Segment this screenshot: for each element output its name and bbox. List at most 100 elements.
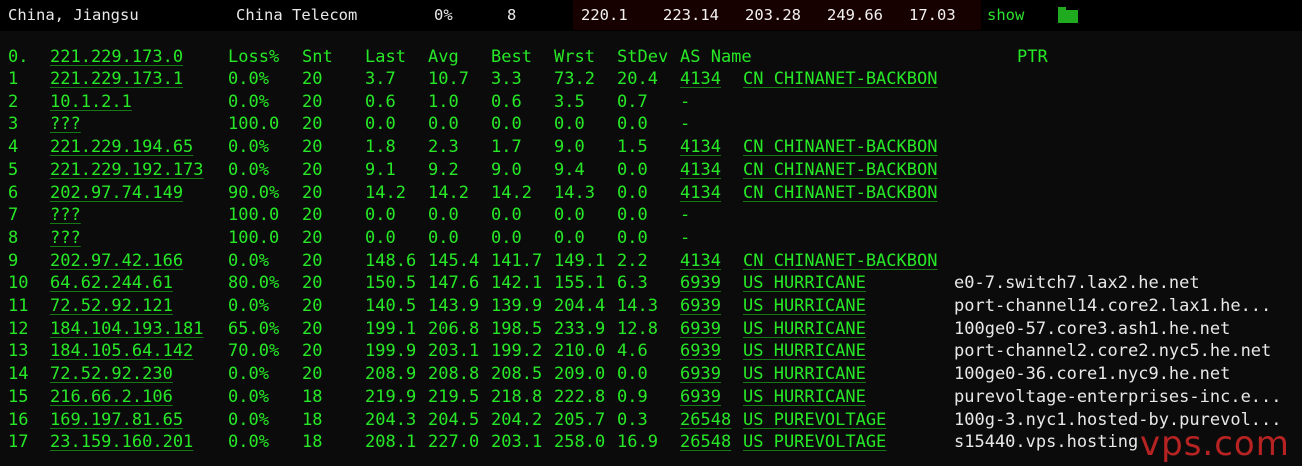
cell-wrst: 3.5 xyxy=(554,91,585,112)
cell-as-name[interactable]: CN CHINANET-BACKBON xyxy=(743,250,937,272)
cell-host[interactable]: ??? xyxy=(50,227,81,249)
cell-idx: 1 xyxy=(8,69,19,89)
cell-asn[interactable]: 6939 xyxy=(680,340,721,362)
header-host[interactable]: 221.229.173.0 xyxy=(50,46,183,68)
cell-idx: 6 xyxy=(8,182,19,203)
cell-asn[interactable]: 4134 xyxy=(680,159,721,181)
cell-host[interactable]: 184.104.193.181 xyxy=(50,318,204,340)
cell-as-name[interactable]: CN CHINANET-BACKBON xyxy=(743,68,937,90)
cell-as-name[interactable]: US HURRICANE xyxy=(743,363,866,385)
cell-stdev: 0.0 xyxy=(617,364,648,385)
cell-best: 218.8 xyxy=(491,386,543,407)
table-row: 12 184.104.193.181 65.0% 20 199.1 206.8 198.5 2… xyxy=(0,318,1302,340)
cell-last: 219.9 xyxy=(365,386,417,407)
expand-icon[interactable] xyxy=(1058,7,1078,23)
cell-as-name[interactable]: CN CHINANET-BACKBON xyxy=(743,136,937,158)
cell-asn[interactable]: 6939 xyxy=(680,295,721,317)
cell-as-name[interactable]: US HURRICANE xyxy=(743,340,866,362)
cell-stdev: 2.2 xyxy=(617,250,648,271)
cell-ptr: port-channel2.core2.nyc5.he.net xyxy=(954,341,1272,362)
cell-stdev: 0.3 xyxy=(617,409,648,430)
cell-best: 208.5 xyxy=(491,364,543,385)
cell-idx: 15 xyxy=(8,386,29,407)
table-row: 16 169.197.81.65 0.0% 18 204.3 204.5 204.2 205.… xyxy=(0,409,1302,431)
cell-avg: 219.5 xyxy=(428,386,480,407)
cell-asn[interactable]: 4134 xyxy=(680,182,721,204)
cell-snt: 20 xyxy=(302,69,323,89)
cell-loss: 0.0% xyxy=(228,364,269,385)
cell-as-name[interactable]: US HURRICANE xyxy=(743,272,866,294)
cell-snt: 20 xyxy=(302,227,323,248)
cell-host[interactable]: 72.52.92.230 xyxy=(50,363,173,385)
cell-idx: 16 xyxy=(8,409,29,430)
cell-as-name[interactable]: US PUREVOLTAGE xyxy=(743,431,886,453)
cell-asn: - xyxy=(680,114,691,135)
cell-wrst: 210.0 xyxy=(554,341,606,362)
table-row: 4 221.229.194.65 0.0% 20 1.8 2.3 1.7 9.0 1.5 4134… xyxy=(0,136,1302,158)
cell-avg: 206.8 xyxy=(428,318,480,339)
cell-avg: 0.0 xyxy=(428,205,459,226)
cell-asn[interactable]: 4134 xyxy=(680,136,721,158)
header-loss: Loss% xyxy=(228,47,280,67)
cell-host[interactable]: 221.229.173.1 xyxy=(50,68,183,90)
cell-loss: 0.0% xyxy=(228,409,269,430)
cell-stdev: 12.8 xyxy=(617,318,658,339)
header-index: 0. xyxy=(8,47,29,67)
cell-loss: 90.0% xyxy=(228,182,280,203)
cell-best: 198.5 xyxy=(491,318,543,339)
cell-wrst: 0.0 xyxy=(554,114,585,135)
cell-stdev: 0.0 xyxy=(617,114,648,135)
cell-host[interactable]: 202.97.74.149 xyxy=(50,182,183,204)
cell-idx: 8 xyxy=(8,227,19,248)
cell-host[interactable]: 221.229.194.65 xyxy=(50,136,193,158)
cell-asn[interactable]: 26548 xyxy=(680,431,731,453)
cell-avg: 10.7 xyxy=(428,69,469,89)
cell-asn[interactable]: 6939 xyxy=(680,272,721,294)
cell-idx: 14 xyxy=(8,364,29,385)
table-row: 15 216.66.2.106 0.0% 18 219.9 219.5 218.8 222.8… xyxy=(0,386,1302,408)
cell-best: 203.1 xyxy=(491,432,543,453)
cell-host[interactable]: 64.62.244.61 xyxy=(50,272,173,294)
cell-as-name[interactable]: US HURRICANE xyxy=(743,386,866,408)
cell-asn[interactable]: 4134 xyxy=(680,250,721,272)
cell-as-name[interactable]: US HURRICANE xyxy=(743,295,866,317)
header-as-name: AS Name xyxy=(680,47,752,67)
cell-avg: 208.8 xyxy=(428,364,480,385)
cell-as-name[interactable]: CN CHINANET-BACKBON xyxy=(743,182,937,204)
cell-host[interactable]: 23.159.160.201 xyxy=(50,431,193,453)
cell-asn[interactable]: 6939 xyxy=(680,386,721,408)
cell-asn[interactable]: 4134 xyxy=(680,68,721,90)
cell-host[interactable]: 184.105.64.142 xyxy=(50,340,193,362)
cell-host[interactable]: 202.97.42.166 xyxy=(50,250,183,272)
cell-as-name[interactable]: US HURRICANE xyxy=(743,318,866,340)
table-row: 9 202.97.42.166 0.0% 20 148.6 145.4 141.7 149.1… xyxy=(0,250,1302,272)
header-snt: Snt xyxy=(302,47,333,67)
cell-host[interactable]: 221.229.192.173 xyxy=(50,159,204,181)
cell-avg: 145.4 xyxy=(428,250,480,271)
cell-idx: 12 xyxy=(8,318,29,339)
cell-idx: 2 xyxy=(8,91,19,112)
cell-host[interactable]: ??? xyxy=(50,204,81,226)
cell-ptr: port-channel14.core2.lax1.he... xyxy=(954,296,1272,316)
cell-asn[interactable]: 6939 xyxy=(680,363,721,385)
cell-asn[interactable]: 6939 xyxy=(680,318,721,340)
cell-host[interactable]: 72.52.92.121 xyxy=(50,295,173,317)
cell-host[interactable]: ??? xyxy=(50,113,81,135)
cell-wrst: 149.1 xyxy=(554,250,606,271)
show-link[interactable]: show xyxy=(987,0,1024,30)
table-row: 10 64.62.244.61 80.0% 20 150.5 147.6 142.1 155.… xyxy=(0,272,1302,294)
cell-last: 208.9 xyxy=(365,364,417,385)
cell-host[interactable]: 169.197.81.65 xyxy=(50,409,183,431)
cell-loss: 0.0% xyxy=(228,137,269,158)
cell-host[interactable]: 10.1.2.1 xyxy=(50,91,132,113)
header-best: Best xyxy=(491,47,532,67)
cell-snt: 18 xyxy=(302,432,323,453)
cell-as-name[interactable]: US PUREVOLTAGE xyxy=(743,409,886,431)
cell-host[interactable]: 216.66.2.106 xyxy=(50,386,173,408)
cell-last: 204.3 xyxy=(365,409,417,430)
cell-idx: 13 xyxy=(8,341,29,362)
cell-as-name[interactable]: CN CHINANET-BACKBON xyxy=(743,159,937,181)
cell-ptr: s15440.vps.hosting xyxy=(954,432,1139,453)
cell-asn[interactable]: 26548 xyxy=(680,409,731,431)
cell-avg: 0.0 xyxy=(428,227,459,248)
